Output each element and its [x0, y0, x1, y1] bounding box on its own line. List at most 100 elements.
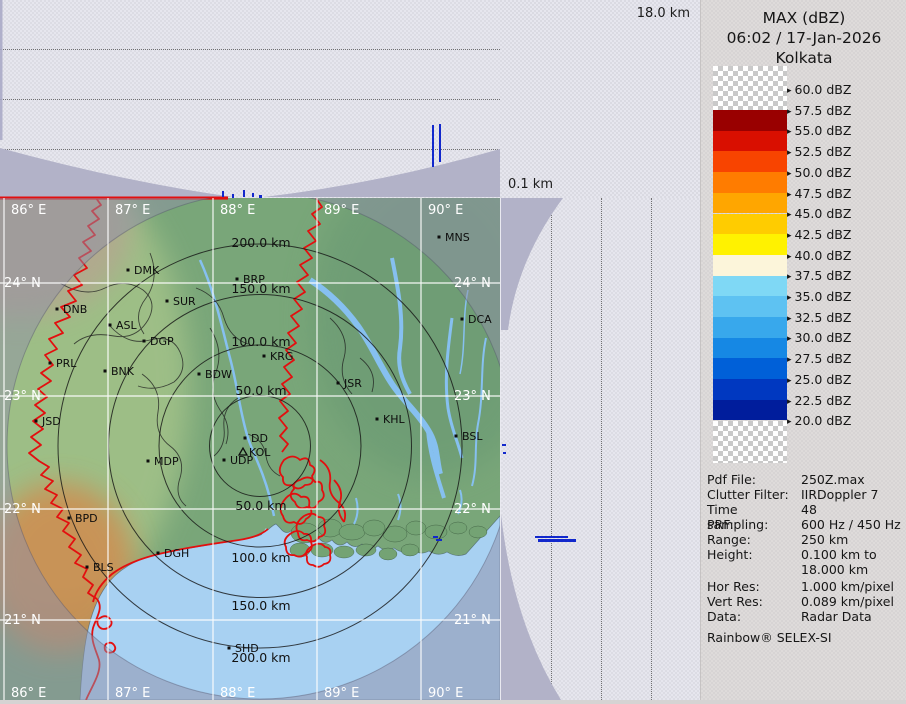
height-axis-min-label: 0.1 km — [508, 177, 553, 192]
scale-threshold-label: ▸55.0 dBZ — [787, 124, 851, 139]
radar-application-window: { "legend": { "title": "MAX (dBZ)", "dat… — [0, 0, 906, 700]
latitude-label: 21° N — [454, 613, 491, 628]
city-dot-icon — [49, 362, 52, 365]
scale-threshold-label: ▸30.0 dBZ — [787, 331, 851, 346]
metadata-row: Hor Res:1.000 km/pixel — [707, 579, 903, 594]
scale-tick-arrow-icon: ▸ — [787, 210, 792, 220]
scale-color-band — [713, 234, 787, 255]
city-dot-icon — [223, 459, 226, 462]
metadata-value: 250Z.max — [801, 472, 865, 487]
scale-tick-arrow-icon: ▸ — [787, 314, 792, 324]
metadata-label: Data: — [707, 609, 801, 624]
scale-tick-arrow-icon: ▸ — [787, 190, 792, 200]
software-branding: Rainbow® SELEX-SI — [707, 630, 832, 645]
latitude-label: 22° N — [4, 502, 41, 517]
city-dot-icon — [157, 552, 160, 555]
longitude-label: 86° E — [11, 686, 46, 700]
metadata-label: Pdf File: — [707, 472, 801, 487]
scale-color-band — [713, 110, 787, 131]
scale-color-band — [713, 214, 787, 235]
top-height-cross-section-panel[interactable] — [0, 0, 500, 198]
longitude-label: 87° E — [115, 686, 150, 700]
city-dot-icon — [455, 435, 458, 438]
scale-threshold-label: ▸45.0 dBZ — [787, 207, 851, 222]
metadata-row: PRF:600 Hz / 450 Hz — [707, 517, 903, 532]
radar-map-canvas: 86° E86° E87° E87° E88° E88° E89° E89° E… — [0, 198, 500, 700]
scale-threshold-label: ▸22.5 dBZ — [787, 394, 851, 409]
right-height-cross-section-panel[interactable] — [500, 198, 700, 700]
city-dot-icon — [127, 269, 130, 272]
city-label: DD — [251, 432, 268, 445]
city-dot-icon — [438, 236, 441, 239]
city-label: BSL — [462, 430, 483, 443]
metadata-value: 1.000 km/pixel — [801, 579, 894, 594]
scale-color-band — [713, 172, 787, 193]
product-title: MAX (dBZ) — [701, 8, 906, 28]
range-ring-label: 150.0 km — [231, 598, 290, 613]
scale-tick-arrow-icon: ▸ — [787, 127, 792, 137]
scale-color-band — [713, 131, 787, 152]
metadata-row: Pdf File:250Z.max — [707, 472, 903, 487]
metadata-row: Clutter Filter:IIRDoppler 7 — [707, 487, 903, 502]
city-dot-icon — [263, 355, 266, 358]
city-dot-icon — [337, 382, 340, 385]
scale-threshold-label: ▸52.5 dBZ — [787, 145, 851, 160]
metadata-label: PRF: — [707, 517, 801, 532]
scale-threshold-label: ▸32.5 dBZ — [787, 311, 851, 326]
city-dot-icon — [143, 340, 146, 343]
radar-echo — [252, 193, 254, 197]
radar-echo — [502, 444, 506, 446]
scale-tick-arrow-icon: ▸ — [787, 107, 792, 117]
scale-color-band — [713, 193, 787, 214]
city-label: MDP — [154, 455, 179, 468]
scale-tick-arrow-icon: ▸ — [787, 272, 792, 282]
scale-tick-arrow-icon: ▸ — [787, 397, 792, 407]
city-label: DGP — [150, 335, 174, 348]
city-label: UDP — [230, 454, 254, 467]
radar-echo — [535, 536, 568, 538]
scale-color-band — [713, 400, 787, 421]
city-dot-icon — [244, 437, 247, 440]
panel-edge-strip — [0, 0, 3, 140]
city-label: DGH — [164, 547, 189, 560]
scale-color-band — [713, 358, 787, 379]
metadata-value: 0.089 km/pixel — [801, 594, 894, 609]
metadata-row: Vert Res:0.089 km/pixel — [707, 594, 903, 609]
top-panel-canvas — [0, 0, 500, 198]
scale-threshold-label: ▸20.0 dBZ — [787, 414, 851, 429]
metadata-label: Vert Res: — [707, 594, 801, 609]
longitude-label: 88° E — [220, 686, 255, 700]
beam-blind-wedge-right — [264, 149, 500, 197]
radar-echo — [222, 191, 224, 197]
scale-color-band — [713, 296, 787, 317]
latitude-label: 22° N — [454, 502, 491, 517]
city-label: DNB — [63, 303, 87, 316]
scale-tick-arrow-icon: ▸ — [787, 148, 792, 158]
city-dot-icon — [236, 278, 239, 281]
longitude-label: 90° E — [428, 203, 463, 218]
city-dot-icon — [86, 566, 89, 569]
scale-color-band — [713, 317, 787, 338]
city-dot-icon — [198, 373, 201, 376]
city-dot-icon — [461, 318, 464, 321]
latitude-label: 23° N — [454, 389, 491, 404]
longitude-label: 88° E — [220, 203, 255, 218]
city-label: KRG — [270, 350, 293, 363]
city-label: PRL — [56, 357, 77, 370]
city-dot-icon — [376, 418, 379, 421]
scale-color-band — [713, 379, 787, 400]
city-dot-icon — [56, 308, 59, 311]
radar-map-viewport[interactable]: 86° E86° E87° E87° E88° E88° E89° E89° E… — [0, 198, 500, 700]
metadata-label: Clutter Filter: — [707, 487, 801, 502]
city-label: MNS — [445, 231, 470, 244]
city-label: ASL — [116, 319, 138, 332]
right-panel-canvas — [501, 198, 701, 700]
scale-tick-arrow-icon: ▸ — [787, 169, 792, 179]
city-dot-icon — [109, 324, 112, 327]
scale-threshold-label: ▸37.5 dBZ — [787, 269, 851, 284]
latitude-label: 21° N — [4, 613, 41, 628]
city-label: DMK — [134, 264, 160, 277]
city-label: JSD — [41, 415, 61, 428]
radar-echo — [538, 539, 576, 542]
beam-blind-wedge-top — [501, 198, 563, 330]
